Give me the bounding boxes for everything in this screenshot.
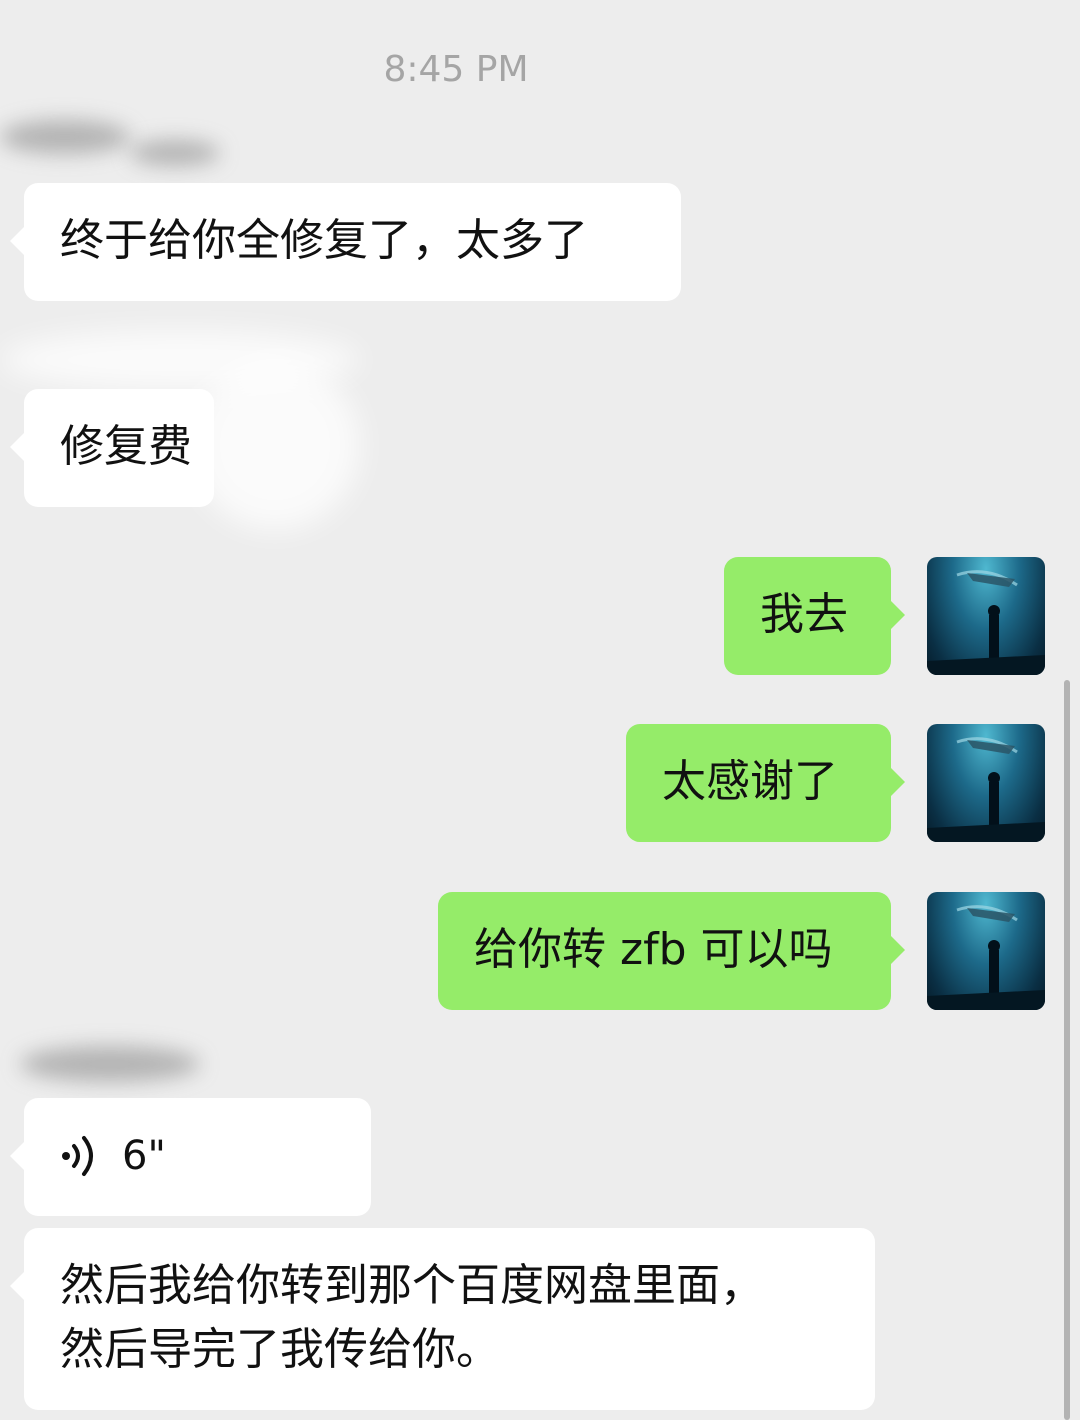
aquarium-avatar-image: [927, 905, 1045, 1010]
message-text: 太感谢了: [662, 756, 838, 807]
voice-message-bubble[interactable]: 6": [10, 1098, 371, 1216]
message-text: 我去: [760, 589, 848, 640]
incoming-message-bubble[interactable]: 然后我给你转到那个百度网盘里面， 然后导完了我传给你。: [10, 1228, 875, 1410]
redacted-sender-name: [130, 140, 220, 166]
redacted-sender-name: [0, 120, 130, 154]
user-avatar[interactable]: [927, 892, 1045, 1010]
message-text: 修复费: [60, 421, 192, 472]
chat-scrollbar[interactable]: [1064, 680, 1070, 1420]
message-text: 终于给你全修复了，太多了: [60, 215, 588, 266]
message-text-line: 然后我给你转到那个百度网盘里面，: [60, 1260, 764, 1311]
outgoing-message-bubble[interactable]: 我去: [724, 557, 905, 675]
message-text: 给你转 zfb 可以吗: [474, 924, 833, 975]
incoming-message-bubble[interactable]: 修复费: [10, 389, 214, 507]
message-timestamp: 8:45 PM: [383, 49, 529, 90]
chat-window: 8:45 PM 终于给你全修复了，太多了 修复费 我去 太感谢了 给你转 zfb…: [0, 0, 1080, 1420]
aquarium-avatar-image: [927, 737, 1045, 842]
outgoing-message-bubble[interactable]: 给你转 zfb 可以吗: [438, 892, 905, 1010]
redacted-sender-name: [20, 1046, 200, 1082]
user-avatar[interactable]: [927, 557, 1045, 675]
redaction-patch: [190, 360, 360, 530]
aquarium-avatar-image: [927, 570, 1045, 675]
user-avatar[interactable]: [927, 724, 1045, 842]
voice-duration: 6": [122, 1133, 166, 1179]
voice-wave-icon: [62, 1136, 93, 1176]
incoming-message-bubble[interactable]: 终于给你全修复了，太多了: [10, 183, 681, 301]
message-text-line: 然后导完了我传给你。: [60, 1324, 500, 1375]
outgoing-message-bubble[interactable]: 太感谢了: [626, 724, 905, 842]
